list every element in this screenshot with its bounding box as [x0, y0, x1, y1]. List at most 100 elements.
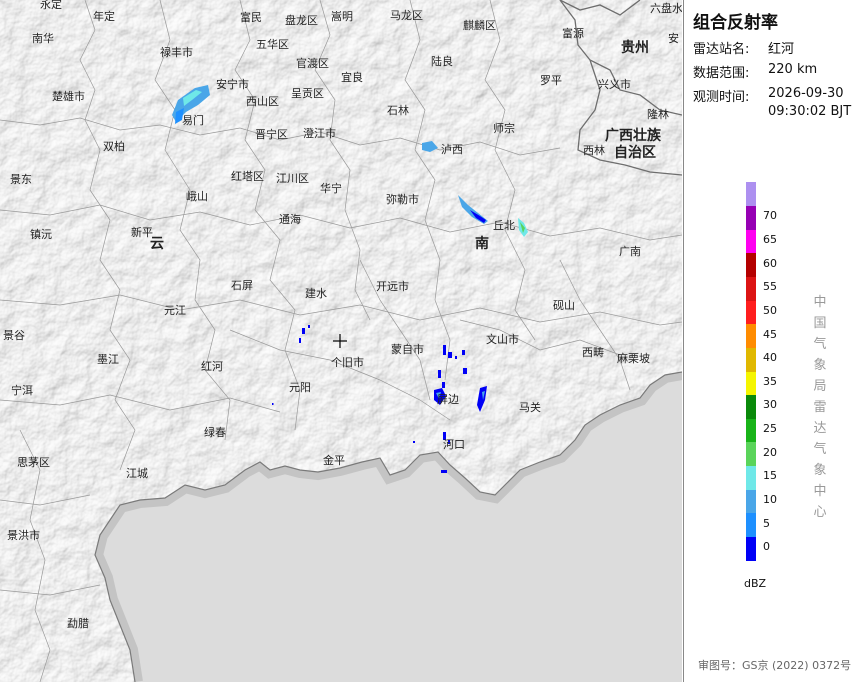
place-label: 麒麟区 [463, 18, 496, 32]
place-label: 江川区 [276, 172, 309, 185]
place-label: 景谷 [3, 329, 25, 342]
place-label: 广南 [619, 245, 641, 258]
place-label: 六盘水 [650, 1, 682, 15]
legend-tick-label: 65 [763, 233, 777, 247]
legend-swatch [746, 229, 756, 254]
place-label: 易门 [182, 113, 204, 127]
place-label: 华宁 [320, 181, 342, 195]
place-label: 思茅区 [17, 456, 50, 469]
place-label: 西林 [583, 143, 605, 157]
place-label: 红河 [201, 360, 223, 373]
place-label: 石林 [387, 103, 409, 117]
legend-tick-label: 15 [763, 469, 777, 483]
range-value: 220 km [768, 62, 818, 77]
map-canvas: 南华 楚雄市 禄丰市 安宁市 易门 双柏 景东 峨山 镇沅 新平 元江 景谷 墨… [0, 0, 682, 682]
license-text: 审图号：GS京 (2022) 0372号 [698, 659, 852, 672]
legend-tick-label: 10 [763, 492, 777, 506]
legend-swatch [746, 252, 756, 277]
place-label: 西山区 [246, 95, 279, 108]
place-label: 盘龙区 [285, 13, 318, 27]
time-label: 观测时间: [693, 90, 750, 105]
place-label: 马龙区 [390, 9, 423, 22]
place-label: 个旧市 [331, 355, 364, 369]
place-label: 马关 [519, 400, 541, 414]
place-label: 宁洱 [11, 383, 33, 397]
place-label: 禄丰市 [160, 45, 193, 59]
place-label: 通海 [279, 212, 301, 226]
credit-text: 中国气象局雷达气象中心 [813, 295, 827, 520]
province-label: 广西壮族 [605, 127, 662, 144]
legend-tick-label: 0 [763, 540, 770, 554]
place-label: 景东 [10, 173, 32, 186]
place-label: 石屏 [231, 279, 253, 292]
legend-swatch [746, 418, 756, 443]
legend-tick-label: 50 [763, 303, 777, 317]
place-label: 永定 [40, 0, 62, 11]
legend-tick-label: 55 [763, 280, 777, 294]
place-label: 罗平 [540, 74, 562, 87]
info-panel: 组合反射率 雷达站名: 红河 数据范围: 220 km 观测时间: 2026-0… [683, 0, 860, 682]
product-title: 组合反射率 [693, 13, 778, 33]
place-label: 景洪市 [7, 528, 40, 542]
legend-swatch [746, 347, 756, 372]
place-label: 元江 [164, 304, 186, 317]
legend-swatch [746, 489, 756, 514]
place-label: 五华区 [256, 37, 289, 51]
legend-swatch [746, 323, 756, 348]
station-label: 雷达站名: [693, 42, 750, 57]
legend-tick-label: 25 [763, 422, 777, 436]
place-label: 文山市 [486, 332, 519, 346]
place-label: 澄江市 [303, 126, 336, 140]
station-value: 红河 [768, 42, 795, 57]
place-label: 安 [668, 31, 679, 45]
legend-unit: dBZ [744, 577, 767, 590]
legend-swatch [746, 182, 756, 207]
place-label: 开远市 [376, 279, 409, 293]
legend-tick-label: 35 [763, 374, 777, 388]
place-label: 弥勒市 [386, 192, 419, 206]
province-label: 云 [150, 236, 164, 252]
province-label: 南 [475, 235, 489, 252]
place-label: 丘北 [493, 219, 515, 232]
place-label: 麻栗坡 [617, 351, 650, 365]
place-label: 墨江 [97, 353, 119, 366]
place-label: 隆林 [647, 107, 669, 121]
place-label: 安宁市 [216, 77, 249, 91]
legend-tick-label: 30 [763, 398, 777, 412]
place-label: 西畴 [582, 346, 604, 359]
place-label: 晋宁区 [255, 127, 288, 141]
place-label: 官渡区 [296, 56, 329, 70]
legend-swatch [746, 536, 756, 561]
place-label: 峨山 [186, 190, 208, 203]
legend-swatch [746, 512, 756, 537]
place-label: 绿春 [204, 425, 226, 439]
legend-tick-label: 5 [763, 516, 770, 530]
time-value-date: 2026-09-30 [768, 86, 844, 101]
province-label: 自治区 [614, 144, 656, 161]
legend-tick-label: 40 [763, 351, 777, 365]
place-label: 河口 [443, 438, 465, 451]
place-label: 呈贡区 [291, 87, 324, 100]
legend-swatch [746, 300, 756, 325]
place-label: 勐腊 [67, 617, 89, 630]
legend-tick-label: 45 [763, 327, 777, 341]
legend-tick-label: 60 [763, 256, 777, 270]
place-label: 建水 [305, 286, 327, 300]
place-label: 陆良 [431, 54, 453, 68]
range-label: 数据范围: [693, 66, 750, 81]
legend-tick-label: 20 [763, 445, 777, 459]
place-label: 宜良 [341, 70, 363, 84]
time-value-time: 09:30:02 BJT [768, 104, 852, 119]
place-label: 嵩明 [331, 10, 353, 23]
place-label: 江城 [126, 467, 148, 480]
place-label: 双柏 [103, 139, 125, 153]
legend-swatch [746, 394, 756, 419]
place-label: 年定 [93, 9, 115, 23]
place-label: 富民 [240, 10, 262, 24]
place-label: 屏边 [437, 393, 459, 406]
place-label: 富源 [562, 26, 584, 40]
dbz-color-legend [746, 182, 756, 561]
legend-tick-label: 70 [763, 209, 777, 223]
radar-map[interactable]: 南华 楚雄市 禄丰市 安宁市 易门 双柏 景东 峨山 镇沅 新平 元江 景谷 墨… [0, 0, 682, 682]
place-label: 师宗 [493, 121, 515, 135]
